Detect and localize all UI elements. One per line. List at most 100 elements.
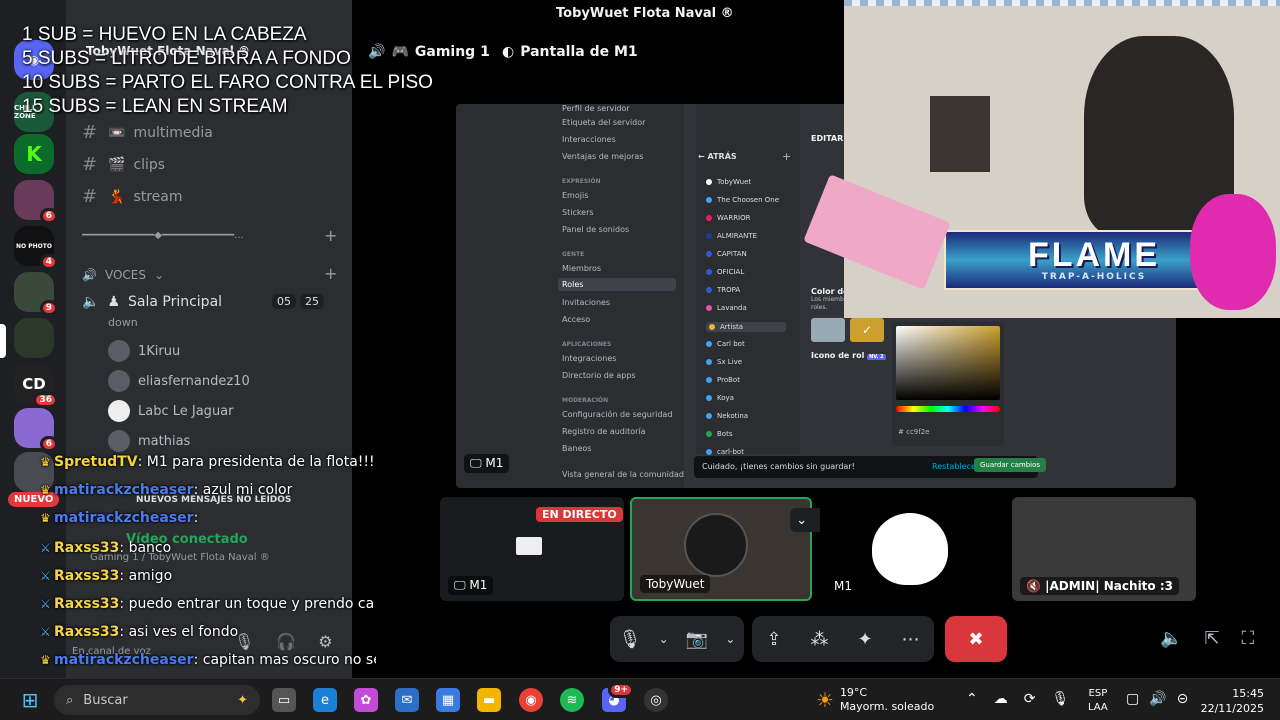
- menu-item-selected[interactable]: Roles: [558, 278, 676, 291]
- color-field[interactable]: [896, 326, 1000, 400]
- divider-category[interactable]: ━━━━━━━━━━━━◆━━━━━━━━━━━━...: [82, 230, 330, 241]
- camera-off-icon[interactable]: 📷: [686, 629, 708, 650]
- voice-user[interactable]: Labc Le Jaguar: [108, 400, 234, 422]
- leave-call-button[interactable]: ✖: [945, 616, 1007, 662]
- default-color-swatch[interactable]: [811, 318, 845, 342]
- menu-item[interactable]: Perfil de servidor: [562, 104, 630, 113]
- chevron-up-icon[interactable]: ⌃: [966, 691, 978, 707]
- role-item[interactable]: WARRIOR: [706, 214, 751, 222]
- menu-item[interactable]: Invitaciones: [562, 298, 610, 307]
- role-item[interactable]: The Choosen One: [706, 196, 779, 204]
- custom-color-swatch[interactable]: ✓: [850, 318, 884, 342]
- server-icon[interactable]: 6: [14, 408, 58, 452]
- sync-icon[interactable]: ⟳: [1024, 691, 1036, 707]
- menu-item[interactable]: Interacciones: [562, 135, 616, 144]
- menu-item[interactable]: Configuración de seguridad: [562, 410, 672, 419]
- role-item[interactable]: CAPITAN: [706, 250, 747, 258]
- server-icon[interactable]: 6: [14, 180, 58, 224]
- reset-button[interactable]: Restablecer: [932, 462, 979, 471]
- task-view-icon[interactable]: ▭: [272, 688, 296, 712]
- add-channel-icon[interactable]: +: [324, 226, 337, 245]
- server-icon[interactable]: K: [14, 134, 54, 174]
- role-item[interactable]: Bots: [706, 430, 732, 438]
- menu-item[interactable]: Baneos: [562, 444, 591, 453]
- activities-icon[interactable]: ⁂: [811, 629, 829, 650]
- menu-item[interactable]: Stickers: [562, 208, 594, 217]
- role-item[interactable]: Lavanda: [706, 304, 747, 312]
- copilot-icon[interactable]: ✿: [354, 688, 378, 712]
- discord-icon[interactable]: ◕ 9+: [602, 682, 634, 712]
- soundboard-icon[interactable]: ✦: [857, 629, 872, 650]
- menu-item[interactable]: Directorio de apps: [562, 371, 636, 380]
- role-item[interactable]: Nekotina: [706, 412, 748, 420]
- popout-icon[interactable]: ⇱: [1204, 628, 1219, 649]
- fullscreen-icon[interactable]: ⛶: [1242, 628, 1255, 649]
- more-icon[interactable]: ⋯: [902, 629, 920, 650]
- gear-icon[interactable]: ⚙: [318, 632, 332, 651]
- voice-user[interactable]: 1Kiruu: [108, 340, 180, 362]
- role-item[interactable]: Carl bot: [706, 340, 745, 348]
- role-item[interactable]: TROPA: [706, 286, 740, 294]
- role-item[interactable]: ProBot: [706, 376, 740, 384]
- obs-icon[interactable]: ◎: [644, 688, 668, 712]
- hue-slider[interactable]: [896, 406, 1000, 412]
- voice-category[interactable]: 🔊 VOCES ⌄: [82, 268, 164, 282]
- chevron-down-icon[interactable]: ⌄: [725, 632, 735, 646]
- screen-share-icon[interactable]: ⇪: [766, 629, 781, 650]
- add-role-icon[interactable]: +: [782, 150, 791, 163]
- volume-icon[interactable]: 🔊: [1149, 691, 1166, 707]
- server-icon[interactable]: NO PHOTO 4: [14, 226, 58, 270]
- channel-stream[interactable]: # 💃 stream: [82, 186, 183, 207]
- server-icon[interactable]: CD 36: [14, 364, 58, 408]
- weather-widget[interactable]: ☀ 19°C Mayorm. soleado: [816, 686, 934, 715]
- role-item[interactable]: OFICIAL: [706, 268, 744, 276]
- role-item[interactable]: Sx Live: [706, 358, 742, 366]
- server-icon[interactable]: 9: [14, 272, 58, 316]
- menu-item[interactable]: Ventajas de mejoras: [562, 152, 643, 161]
- video-tile-m1-stream[interactable]: EN DIRECTO 🖵 M1: [440, 497, 624, 601]
- taskbar-search[interactable]: ⌕ Buscar ✦: [54, 685, 260, 715]
- menu-item[interactable]: Registro de auditoría: [562, 427, 646, 436]
- channel-multimedia[interactable]: # 📼 multimedia: [82, 122, 213, 143]
- store-icon[interactable]: ▦: [436, 688, 460, 712]
- explorer-icon[interactable]: ▬: [477, 688, 501, 712]
- outlook-icon[interactable]: ✉: [395, 688, 419, 712]
- voice-channel-sala-principal[interactable]: 🔈 ♟ Sala Principal: [82, 294, 222, 310]
- menu-item[interactable]: Miembros: [562, 264, 601, 273]
- voice-channel-header[interactable]: 🔊 🎮 Gaming 1: [368, 44, 490, 60]
- volume-muted-icon[interactable]: 🔈: [1160, 628, 1182, 649]
- role-item[interactable]: carl-bot: [706, 448, 744, 456]
- mic-icon[interactable]: 🎙: [619, 629, 642, 650]
- screen-share-header[interactable]: ◐ Pantalla de M1: [502, 44, 638, 60]
- role-item[interactable]: ALMIRANTE: [706, 232, 757, 240]
- windows-start-icon[interactable]: ⊞: [18, 688, 42, 712]
- save-changes-button[interactable]: Guardar cambios: [974, 458, 1047, 472]
- video-tile-nachito[interactable]: 🔇 |ADMIN| Nachito :3: [1012, 497, 1196, 601]
- menu-item[interactable]: Emojis: [562, 191, 588, 200]
- role-item[interactable]: Koya: [706, 394, 734, 402]
- menu-item[interactable]: Vista general de la comunidad: [562, 470, 684, 479]
- video-tile-tobywuet[interactable]: TobyWuet: [630, 497, 812, 601]
- spotify-icon[interactable]: ≋: [560, 688, 584, 712]
- battery-icon[interactable]: ⊝: [1177, 691, 1189, 707]
- role-item[interactable]: Artista: [706, 322, 786, 332]
- menu-item[interactable]: Integraciones: [562, 354, 616, 363]
- hex-input[interactable]: # cc9f2e: [898, 428, 929, 436]
- video-tile-m1[interactable]: M1: [820, 497, 1004, 601]
- server-icon[interactable]: [14, 318, 54, 358]
- channel-clips[interactable]: # 🎬 clips: [82, 154, 165, 175]
- cloud-icon[interactable]: ☁: [994, 691, 1008, 707]
- headphones-icon[interactable]: 🎧: [276, 632, 296, 651]
- add-channel-icon[interactable]: +: [324, 264, 337, 283]
- network-icon[interactable]: ▢: [1126, 691, 1139, 707]
- voice-user[interactable]: mathias: [108, 430, 190, 452]
- menu-item[interactable]: Panel de sonidos: [562, 225, 629, 234]
- mic-icon[interactable]: 🎙: [1051, 691, 1069, 707]
- voice-user[interactable]: eliasfernandez10: [108, 370, 250, 392]
- back-button[interactable]: ← ATRÁS: [698, 152, 737, 161]
- color-picker[interactable]: # cc9f2e: [892, 322, 1004, 446]
- edge-icon[interactable]: e: [313, 688, 337, 712]
- menu-item[interactable]: Etiqueta del servidor: [562, 118, 645, 127]
- chrome-icon[interactable]: ◉: [519, 688, 543, 712]
- menu-item[interactable]: Acceso: [562, 315, 590, 324]
